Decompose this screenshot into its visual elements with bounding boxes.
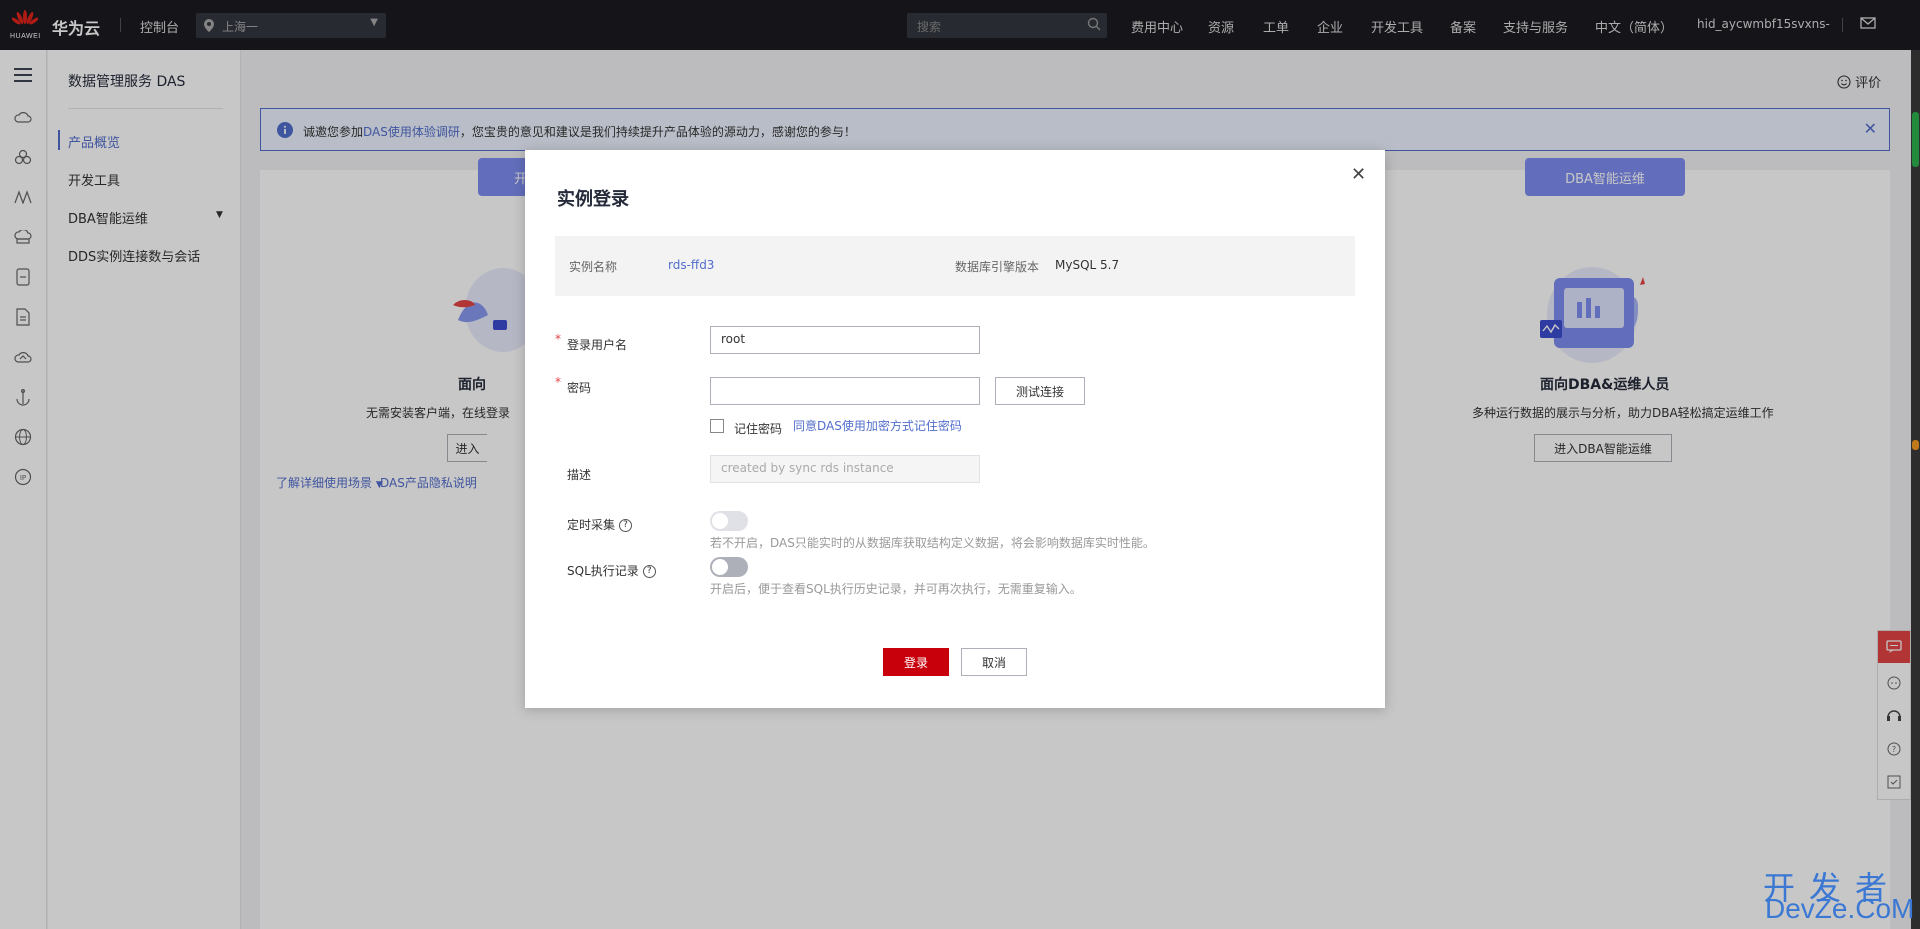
required-marker: * [555, 332, 561, 346]
username-label: 登录用户名 [567, 338, 628, 352]
sql-log-toggle[interactable] [710, 557, 748, 577]
watermark-line2: DevZe.CoM [1765, 893, 1915, 924]
password-input[interactable] [710, 377, 980, 405]
engine-version-value: MySQL 5.7 [1055, 258, 1120, 272]
encrypt-remember-link[interactable]: 同意DAS使用加密方式记住密码 [793, 417, 962, 434]
help-icon[interactable]: ? [619, 519, 633, 532]
cancel-button-label: 取消 [981, 655, 1006, 670]
instance-login-dialog: 实例登录 ✕ 实例名称 rds-ffd3 数据库引擎版本 MySQL 5.7 *… [525, 150, 1385, 708]
instance-name-link[interactable]: rds-ffd3 [668, 258, 714, 272]
test-connection-label: 测试连接 [1015, 384, 1064, 399]
sql-log-hint: 开启后，便于查看SQL执行历史记录，并可再次执行，无需重复输入。 [710, 582, 1082, 596]
description-input[interactable]: created by sync rds instance [710, 455, 980, 483]
sql-log-text: SQL执行记录 [567, 564, 639, 578]
close-icon[interactable]: ✕ [1351, 164, 1366, 185]
toggle-knob [712, 559, 728, 575]
instance-name-label: 实例名称 [569, 260, 618, 274]
dialog-title: 实例登录 [557, 189, 629, 210]
scheduled-collection-toggle[interactable] [710, 511, 748, 531]
help-icon[interactable]: ? [642, 565, 656, 578]
engine-version-label: 数据库引擎版本 [955, 260, 1040, 274]
toggle-knob [712, 513, 728, 529]
sql-log-label: SQL执行记录? [567, 562, 656, 579]
required-marker: * [555, 375, 561, 389]
scheduled-collection-text: 定时采集 [567, 518, 616, 532]
test-connection-button[interactable]: 测试连接 [995, 377, 1085, 405]
scheduled-collection-label: 定时采集? [567, 516, 633, 533]
instance-info-box: 实例名称 rds-ffd3 数据库引擎版本 MySQL 5.7 [555, 236, 1355, 296]
password-label: 密码 [567, 381, 592, 395]
username-input[interactable]: root [710, 326, 980, 354]
remember-password-label[interactable]: 记住密码 [734, 420, 782, 437]
remember-password-checkbox[interactable] [710, 419, 724, 433]
login-button-label: 登录 [903, 655, 928, 670]
login-button[interactable]: 登录 [883, 648, 949, 676]
description-label: 描述 [567, 468, 592, 482]
scheduled-collection-hint: 若不开启，DAS只能实时的从数据库获取结构定义数据，将会影响数据库实时性能。 [710, 536, 1155, 550]
cancel-button[interactable]: 取消 [961, 648, 1027, 676]
